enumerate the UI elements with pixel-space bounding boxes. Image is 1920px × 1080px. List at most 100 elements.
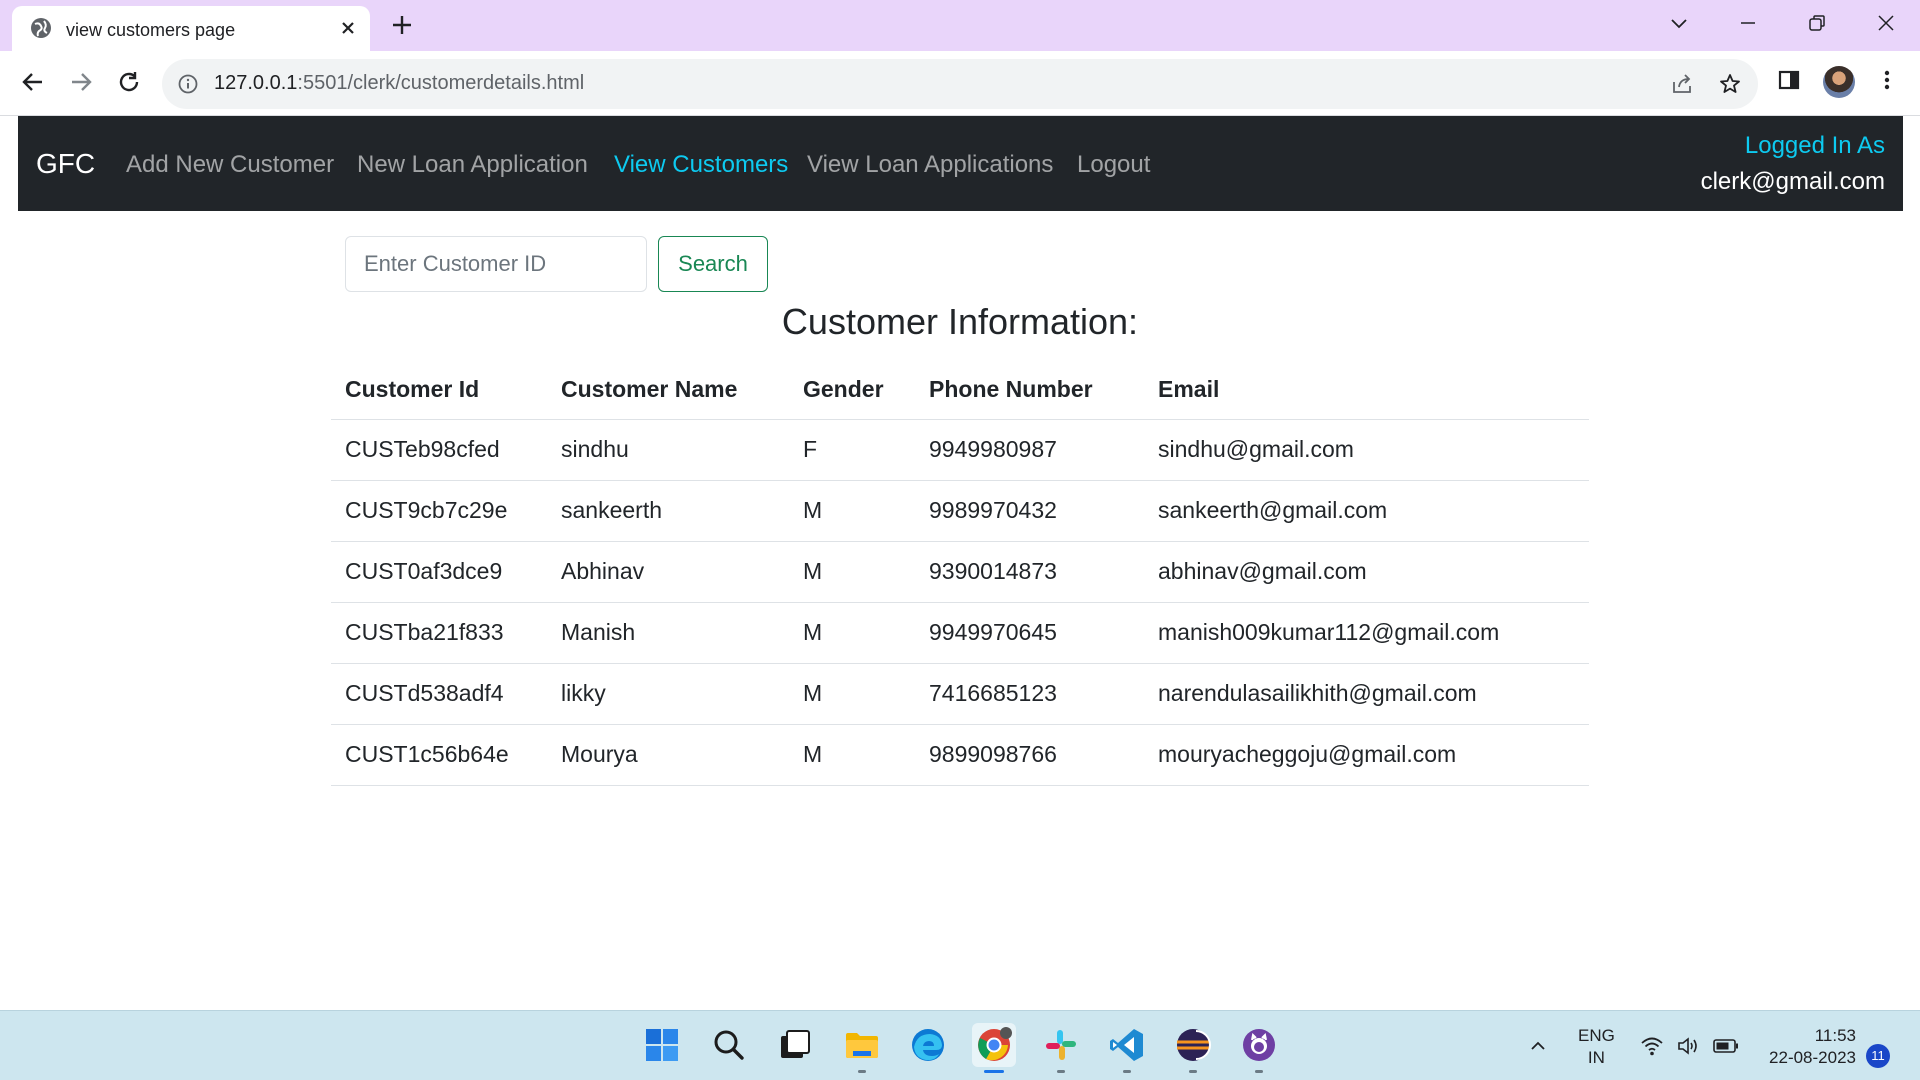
cell-phone-number: 9949970645: [915, 602, 1144, 664]
header-gender: Gender: [789, 360, 915, 420]
url-host: 127.0.0.1: [214, 72, 298, 94]
language-region: IN: [1587, 1048, 1605, 1067]
table-row: CUSTd538adf4 likky M 7416685123 narendul…: [331, 663, 1589, 725]
top-navbar: GFC Add New Customer New Loan Applicatio…: [18, 116, 1903, 211]
cell-email: narendulasailikhith@gmail.com: [1144, 663, 1589, 725]
cell-customer-name: sindhu: [547, 419, 789, 481]
cell-customer-id: CUST1c56b64e: [331, 724, 547, 786]
url-path: :5501/clerk/customerdetails.html: [297, 72, 585, 94]
windows-taskbar: ENG IN 11:53 22-08-2023 11: [0, 1010, 1920, 1080]
cell-customer-id: CUSTd538adf4: [331, 663, 547, 725]
system-clock[interactable]: 11:53 22-08-2023: [1760, 1025, 1856, 1069]
cell-customer-name: sankeerth: [547, 480, 789, 542]
cell-phone-number: 9989970432: [915, 480, 1144, 542]
browser-tab-strip: view customers page: [0, 0, 1920, 51]
github-desktop-icon[interactable]: [1237, 1023, 1281, 1073]
new-tab-icon[interactable]: [390, 13, 414, 37]
forward-arrow-icon[interactable]: [68, 69, 94, 95]
notification-badge[interactable]: 11: [1866, 1044, 1890, 1068]
cell-gender: M: [789, 663, 915, 725]
vscode-icon[interactable]: [1105, 1023, 1149, 1073]
cell-gender: M: [789, 724, 915, 786]
customer-table: Customer Id Customer Name Gender Phone N…: [331, 360, 1589, 786]
site-info-icon[interactable]: [178, 74, 198, 94]
header-email: Email: [1144, 360, 1589, 420]
cell-customer-id: CUSTeb98cfed: [331, 419, 547, 481]
logged-in-info: Logged In As clerk@gmail.com: [1701, 132, 1885, 196]
battery-icon[interactable]: [1713, 1037, 1739, 1055]
customer-id-search-input[interactable]: [345, 236, 647, 292]
minimize-icon[interactable]: [1737, 12, 1759, 34]
nav-view-loan-applications[interactable]: View Loan Applications: [807, 151, 1053, 179]
nav-new-loan-application[interactable]: New Loan Application: [357, 151, 588, 179]
header-customer-name: Customer Name: [547, 360, 789, 420]
slack-icon[interactable]: [1039, 1023, 1083, 1073]
running-indicator: [1057, 1070, 1065, 1073]
table-row: CUST0af3dce9 Abhinav M 9390014873 abhina…: [331, 541, 1589, 603]
share-icon[interactable]: [1670, 72, 1694, 96]
cell-gender: M: [789, 541, 915, 603]
back-arrow-icon[interactable]: [20, 69, 46, 95]
windows-start-icon[interactable]: [640, 1023, 684, 1067]
nav-add-new-customer[interactable]: Add New Customer: [126, 151, 334, 179]
cell-email: sindhu@gmail.com: [1144, 419, 1589, 481]
cell-customer-name: Manish: [547, 602, 789, 664]
running-indicator: [1123, 1070, 1131, 1073]
volume-icon[interactable]: [1676, 1035, 1700, 1057]
cell-customer-name: Mourya: [547, 724, 789, 786]
more-menu-icon[interactable]: [1875, 68, 1899, 92]
show-hidden-icons-chevron-icon[interactable]: [1528, 1036, 1548, 1056]
search-button[interactable]: Search: [658, 236, 768, 292]
bookmark-star-icon[interactable]: [1718, 72, 1742, 96]
cell-email: sankeerth@gmail.com: [1144, 480, 1589, 542]
table-row: CUSTeb98cfed sindhu F 9949980987 sindhu@…: [331, 419, 1589, 481]
cell-email: abhinav@gmail.com: [1144, 541, 1589, 603]
language-indicator[interactable]: ENG IN: [1578, 1025, 1615, 1069]
edge-icon[interactable]: [906, 1023, 950, 1067]
header-customer-id: Customer Id: [331, 360, 547, 420]
cell-email: manish009kumar112@gmail.com: [1144, 602, 1589, 664]
cell-customer-name: Abhinav: [547, 541, 789, 603]
close-window-icon[interactable]: [1875, 12, 1897, 34]
logged-in-label: Logged In As: [1744, 132, 1885, 159]
cell-gender: F: [789, 419, 915, 481]
restore-icon[interactable]: [1806, 12, 1828, 34]
reload-icon[interactable]: [116, 69, 142, 95]
table-row: CUST9cb7c29e sankeerth M 9989970432 sank…: [331, 480, 1589, 542]
cell-phone-number: 9390014873: [915, 541, 1144, 603]
address-bar[interactable]: 127.0.0.1:5501/clerk/customerdetails.htm…: [162, 59, 1758, 109]
tab-search-chevron-icon[interactable]: [1668, 12, 1690, 34]
eclipse-icon[interactable]: [1171, 1023, 1215, 1073]
file-explorer-icon[interactable]: [840, 1023, 884, 1073]
cell-customer-id: CUST0af3dce9: [331, 541, 547, 603]
profile-avatar[interactable]: [1823, 66, 1855, 98]
tab-title: view customers page: [66, 20, 236, 40]
cell-customer-id: CUST9cb7c29e: [331, 480, 547, 542]
brand-logo-text[interactable]: GFC: [36, 148, 95, 180]
running-indicator: [1189, 1070, 1197, 1073]
table-row: CUSTba21f833 Manish M 9949970645 manish0…: [331, 602, 1589, 664]
cell-phone-number: 7416685123: [915, 663, 1144, 725]
nav-logout[interactable]: Logout: [1077, 151, 1150, 179]
cell-phone-number: 9899098766: [915, 724, 1144, 786]
nav-view-customers[interactable]: View Customers: [614, 151, 788, 179]
clock-date: 22-08-2023: [1769, 1048, 1856, 1067]
logged-in-user: clerk@gmail.com: [1700, 168, 1885, 195]
task-view-icon[interactable]: [773, 1023, 817, 1067]
running-indicator: [858, 1070, 866, 1073]
close-tab-icon[interactable]: [338, 18, 358, 38]
chrome-icon[interactable]: [972, 1023, 1016, 1073]
browser-tab[interactable]: view customers page: [12, 6, 370, 51]
globe-icon: [30, 17, 52, 39]
cell-email: mouryacheggoju@gmail.com: [1144, 724, 1589, 786]
browser-toolbar: 127.0.0.1:5501/clerk/customerdetails.htm…: [0, 51, 1920, 116]
cell-phone-number: 9949980987: [915, 419, 1144, 481]
header-phone-number: Phone Number: [915, 360, 1144, 420]
clock-time: 11:53: [1814, 1026, 1856, 1045]
cell-gender: M: [789, 602, 915, 664]
side-panel-icon[interactable]: [1777, 68, 1801, 92]
cell-customer-name: likky: [547, 663, 789, 725]
search-icon[interactable]: [707, 1023, 751, 1067]
table-header-row: Customer Id Customer Name Gender Phone N…: [331, 360, 1589, 420]
wifi-icon[interactable]: [1640, 1035, 1664, 1057]
